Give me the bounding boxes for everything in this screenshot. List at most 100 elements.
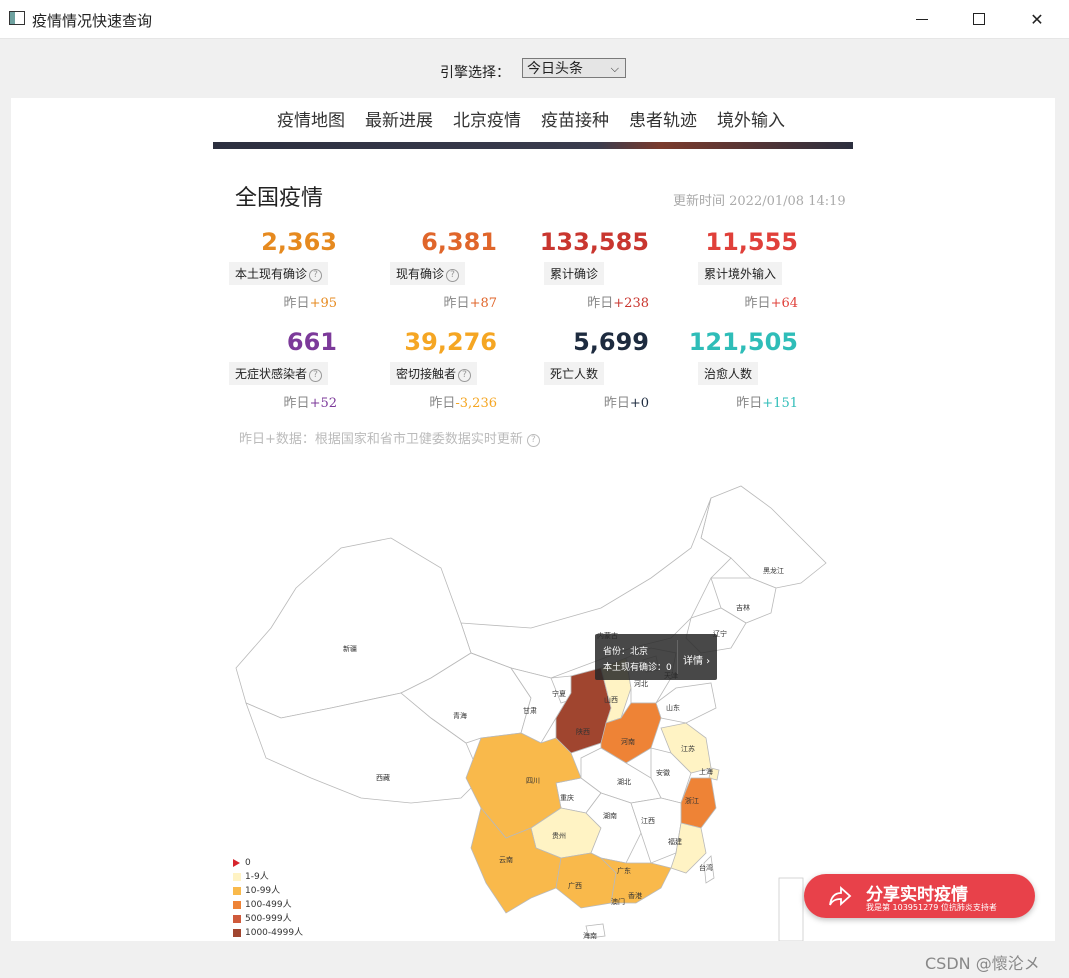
tab-beijing[interactable]: 北京疫情 (453, 106, 521, 131)
stat-delta: +64 (770, 296, 798, 311)
province-shandong (655, 682, 717, 724)
stat-delta: +0 (629, 396, 649, 411)
stat-label: 死亡人数 (544, 362, 605, 385)
tab-map[interactable]: 疫情地图 (277, 106, 345, 131)
tab-vaccine[interactable]: 疫苗接种 (541, 106, 609, 131)
svg-text:江苏: 江苏 (681, 744, 695, 753)
engine-label: 引擎选择： (440, 65, 510, 81)
svg-text:湖南: 湖南 (603, 811, 617, 820)
engine-select-value: 今日头条 (527, 61, 583, 77)
svg-text:香港: 香港 (628, 891, 642, 900)
svg-text:四川: 四川 (526, 777, 540, 785)
share-button[interactable]: 分享实时疫情 我是第 103951279 位抗肺炎支持者 (804, 874, 1035, 918)
svg-text:西藏: 西藏 (376, 773, 390, 782)
stat-yesterday: 昨日+95 (283, 296, 337, 311)
legend-swatch (233, 915, 241, 923)
svg-text:福建: 福建 (668, 837, 682, 846)
legend-label: 1000-4999人 (245, 928, 304, 938)
data-note-text: 昨日+数据：根据国家和省市卫健委数据实时更新 (239, 432, 523, 447)
legend-item[interactable]: 0 (233, 856, 303, 870)
stat-yesterday: 昨日-3,236 (429, 396, 497, 411)
window-title: 疫情情况快速查询 (32, 12, 153, 30)
stat-label: 无症状感染者? (229, 362, 329, 385)
stat-yesterday: 昨日+87 (443, 296, 497, 311)
data-note: 昨日+数据：根据国家和省市卫健委数据实时更新? (239, 428, 540, 447)
legend-item[interactable]: 500-999人 (233, 912, 303, 926)
stat-value: 39,276 (404, 328, 497, 356)
stat-value: 133,585 (539, 228, 649, 256)
china-map[interactable]: 黑龙江 吉林 辽宁 内蒙古 新疆 西藏 青海 甘肃 宁夏 陕西 山西 河北 天津… (11, 478, 1055, 941)
help-icon[interactable]: ? (309, 369, 323, 382)
stat-delta: -3,236 (455, 396, 497, 411)
stat-label: 累计确诊 (544, 262, 605, 285)
engine-select[interactable]: 今日头条 ⌵ (522, 58, 626, 78)
tab-bar: 疫情地图 最新进展 北京疫情 疫苗接种 患者轨迹 境外输入 (11, 106, 1055, 147)
share-icon (829, 885, 852, 907)
chevron-down-icon: ⌵ (610, 62, 619, 75)
watermark: CSDN @懷沦メ (925, 954, 1040, 973)
update-time: 更新时间 2022/01/08 14:19 (673, 194, 846, 209)
legend-label: 500-999人 (245, 914, 292, 924)
svg-text:河南: 河南 (621, 737, 635, 746)
map-svg: 黑龙江 吉林 辽宁 内蒙古 新疆 西藏 青海 甘肃 宁夏 陕西 山西 河北 天津… (235, 485, 827, 941)
stat-delta: +87 (469, 296, 497, 311)
svg-text:浙江: 浙江 (685, 796, 699, 805)
window-titlebar: 疫情情况快速查询 ✕ (0, 0, 1069, 39)
legend-label: 1-9人 (245, 872, 269, 882)
stat-label: 累计境外输入 (698, 262, 783, 285)
legend-label: 100-499人 (245, 900, 292, 910)
tooltip-province: 省份：北京 (603, 647, 649, 657)
svg-text:新疆: 新疆 (343, 644, 357, 653)
svg-text:宁夏: 宁夏 (552, 689, 566, 698)
svg-text:台湾: 台湾 (699, 863, 713, 872)
legend-label: 10-99人 (245, 886, 281, 896)
stat-label: 现有确诊? (390, 262, 466, 285)
share-subtitle: 我是第 103951279 位抗肺炎支持者 (866, 903, 997, 912)
legend-item[interactable]: 10-99人 (233, 884, 303, 898)
stat-yesterday: 昨日+151 (736, 396, 798, 411)
stat-yesterday: 昨日+52 (283, 396, 337, 411)
web-view: 疫情地图 最新进展 北京疫情 疫苗接种 患者轨迹 境外输入 全国疫情 更新时间 … (11, 98, 1055, 941)
tooltip-detail-link[interactable]: 详情 › (683, 652, 710, 667)
help-icon[interactable]: ? (446, 269, 460, 282)
help-icon[interactable]: ? (526, 434, 540, 447)
map-legend: 0 1-9人 10-99人 100-499人 500-999人 1000-4999人 (233, 856, 303, 940)
svg-text:上海: 上海 (699, 767, 713, 776)
stat-yesterday: 昨日+64 (744, 296, 798, 311)
stat-label: 本土现有确诊? (229, 262, 329, 285)
stat-value: 5,699 (573, 328, 649, 356)
legend-item[interactable]: 100-499人 (233, 898, 303, 912)
map-tooltip: 省份：北京 本土现有确诊：0 详情 › (595, 634, 717, 680)
section-title: 全国疫情 (235, 186, 324, 211)
svg-text:黑龙江: 黑龙江 (763, 566, 784, 575)
stat-label: 密切接触者? (390, 362, 478, 385)
legend-swatch (233, 901, 241, 909)
maximize-icon[interactable] (950, 0, 1008, 38)
stat-label: 治愈人数 (698, 362, 759, 385)
svg-text:山东: 山东 (666, 703, 680, 712)
svg-text:澳门: 澳门 (611, 897, 625, 906)
flag-icon (233, 859, 240, 867)
help-icon[interactable]: ? (309, 269, 323, 282)
legend-swatch (233, 929, 241, 937)
minimize-icon[interactable] (893, 0, 951, 38)
stat-delta: +95 (309, 296, 337, 311)
tab-latest[interactable]: 最新进展 (365, 106, 433, 131)
tab-imported[interactable]: 境外输入 (717, 106, 785, 131)
stat-value: 2,363 (261, 228, 337, 256)
stat-delta: +151 (762, 396, 798, 411)
legend-item[interactable]: 1-9人 (233, 870, 303, 884)
stat-value: 121,505 (688, 328, 798, 356)
close-icon[interactable]: ✕ (1008, 0, 1066, 38)
stat-delta: +238 (613, 296, 649, 311)
svg-text:青海: 青海 (453, 711, 467, 720)
legend-swatch (233, 873, 241, 881)
svg-text:广东: 广东 (617, 866, 631, 875)
legend-swatch (233, 887, 241, 895)
banner-strip (213, 142, 853, 149)
svg-text:河北: 河北 (634, 680, 648, 688)
help-icon[interactable]: ? (458, 369, 472, 382)
legend-item[interactable]: 1000-4999人 (233, 926, 303, 940)
svg-text:贵州: 贵州 (552, 831, 566, 840)
tab-trajectory[interactable]: 患者轨迹 (629, 106, 697, 131)
